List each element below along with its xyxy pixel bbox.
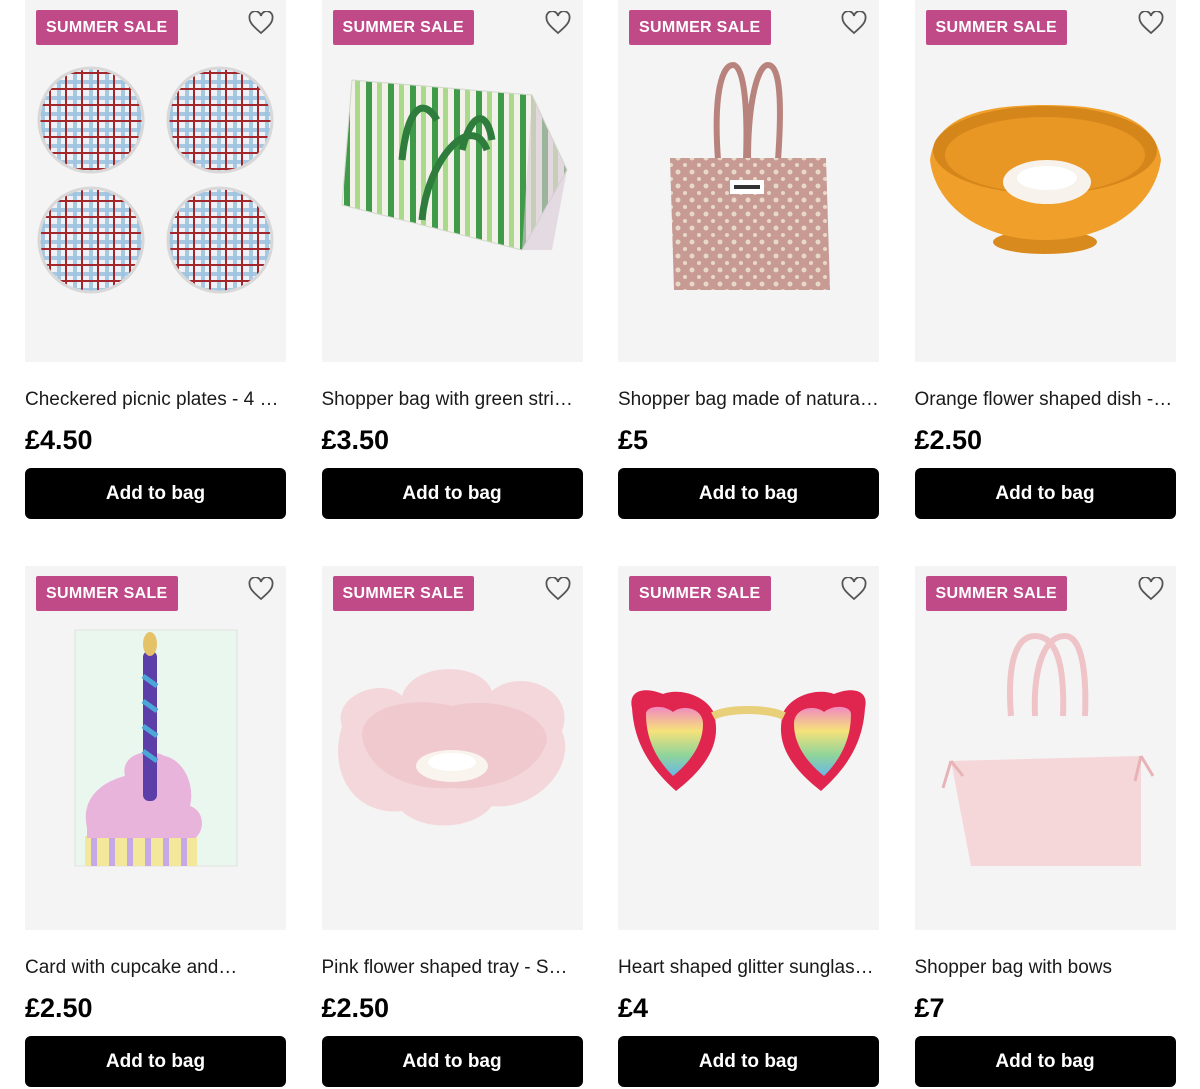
product-price: £5 xyxy=(618,425,649,455)
bow-shopper-bag-image[interactable] xyxy=(915,566,1176,930)
heart-outline-icon[interactable] xyxy=(545,577,571,601)
product-title[interactable]: Orange flower shaped dish -… xyxy=(915,386,1176,414)
product-price: £2.50 xyxy=(914,425,983,455)
product-price: £2.50 xyxy=(25,993,93,1023)
product-price: £2.50 xyxy=(321,993,390,1023)
cupcake-card-image[interactable] xyxy=(25,566,286,930)
heart-sunglasses-image[interactable] xyxy=(618,566,879,930)
add-to-bag-button[interactable]: Add to bag xyxy=(914,468,1176,519)
heart-outline-icon[interactable] xyxy=(1138,11,1164,35)
add-to-bag-button[interactable]: Add to bag xyxy=(618,1036,879,1087)
product-media[interactable]: SUMMER SALE xyxy=(321,566,583,930)
product-media[interactable]: SUMMER SALE xyxy=(618,566,879,930)
heart-outline-icon[interactable] xyxy=(1138,577,1164,601)
product-card[interactable]: SUMMER SALE Shopper bag with green strip… xyxy=(321,0,583,519)
product-media[interactable]: SUMMER SALE xyxy=(618,0,879,362)
product-price: £4 xyxy=(618,993,649,1023)
heart-outline-icon[interactable] xyxy=(248,11,274,35)
sale-badge: SUMMER SALE xyxy=(629,10,771,45)
heart-outline-icon[interactable] xyxy=(841,11,867,35)
product-card[interactable]: SUMMER SALE Shopper bag made of natural…… xyxy=(618,0,879,519)
heart-outline-icon[interactable] xyxy=(545,11,571,35)
product-media[interactable]: SUMMER SALE xyxy=(914,566,1176,930)
checkered-plates-image[interactable] xyxy=(25,0,286,362)
heart-outline-icon[interactable] xyxy=(248,577,274,601)
product-title[interactable]: Shopper bag with green stripes xyxy=(322,386,583,414)
striped-bag-image[interactable] xyxy=(322,0,583,362)
heart-outline-icon[interactable] xyxy=(841,577,867,601)
product-media[interactable]: SUMMER SALE xyxy=(914,0,1176,362)
natural-shopper-bag-image[interactable] xyxy=(618,0,879,362)
product-title[interactable]: Heart shaped glitter sunglass… xyxy=(618,954,879,982)
sale-badge: SUMMER SALE xyxy=(36,576,178,611)
add-to-bag-button[interactable]: Add to bag xyxy=(321,468,583,519)
add-to-bag-button[interactable]: Add to bag xyxy=(321,1036,583,1087)
product-price: £4.50 xyxy=(25,425,93,455)
add-to-bag-button[interactable]: Add to bag xyxy=(618,468,879,519)
product-title[interactable]: Checkered picnic plates - 4 pcs xyxy=(25,386,286,414)
sale-badge: SUMMER SALE xyxy=(36,10,178,45)
product-title[interactable]: Pink flower shaped tray - Small xyxy=(322,954,583,982)
product-title[interactable]: Shopper bag made of natural… xyxy=(618,386,879,414)
product-card[interactable]: SUMMER SALE Card with cupcake and… £2.50… xyxy=(25,566,286,1088)
product-media[interactable]: SUMMER SALE xyxy=(321,0,583,362)
pink-flower-tray-image[interactable] xyxy=(322,566,583,930)
product-media[interactable]: SUMMER SALE xyxy=(25,0,286,362)
orange-flower-dish-image[interactable] xyxy=(915,0,1176,362)
sale-badge: SUMMER SALE xyxy=(925,576,1068,611)
add-to-bag-button[interactable]: Add to bag xyxy=(914,1036,1176,1087)
product-media[interactable]: SUMMER SALE xyxy=(25,566,286,930)
product-price: £3.50 xyxy=(321,425,390,455)
product-price: £7 xyxy=(914,993,945,1023)
product-card[interactable]: SUMMER SALE Pink flower shaped tray - Sm… xyxy=(321,566,583,1088)
product-title[interactable]: Card with cupcake and… xyxy=(25,954,286,982)
add-to-bag-button[interactable]: Add to bag xyxy=(25,468,286,519)
sale-badge: SUMMER SALE xyxy=(332,10,475,45)
add-to-bag-button[interactable]: Add to bag xyxy=(25,1036,286,1087)
product-card[interactable]: SUMMER SALE Shopper bag with bows £7 Add… xyxy=(914,566,1176,1088)
product-grid: SUMMER SALE Checkered picnic plates - 4 … xyxy=(25,0,1176,1088)
sale-badge: SUMMER SALE xyxy=(629,576,771,611)
sale-badge: SUMMER SALE xyxy=(332,576,475,611)
product-card[interactable]: SUMMER SALE Checkered picnic plates - 4 … xyxy=(25,0,286,519)
sale-badge: SUMMER SALE xyxy=(925,10,1068,45)
product-card[interactable]: SUMMER SALE Heart shaped glitter sunglas… xyxy=(618,566,879,1088)
product-card[interactable]: SUMMER SALE Orange flower shaped dish -…… xyxy=(914,0,1176,519)
product-title[interactable]: Shopper bag with bows xyxy=(915,954,1176,982)
